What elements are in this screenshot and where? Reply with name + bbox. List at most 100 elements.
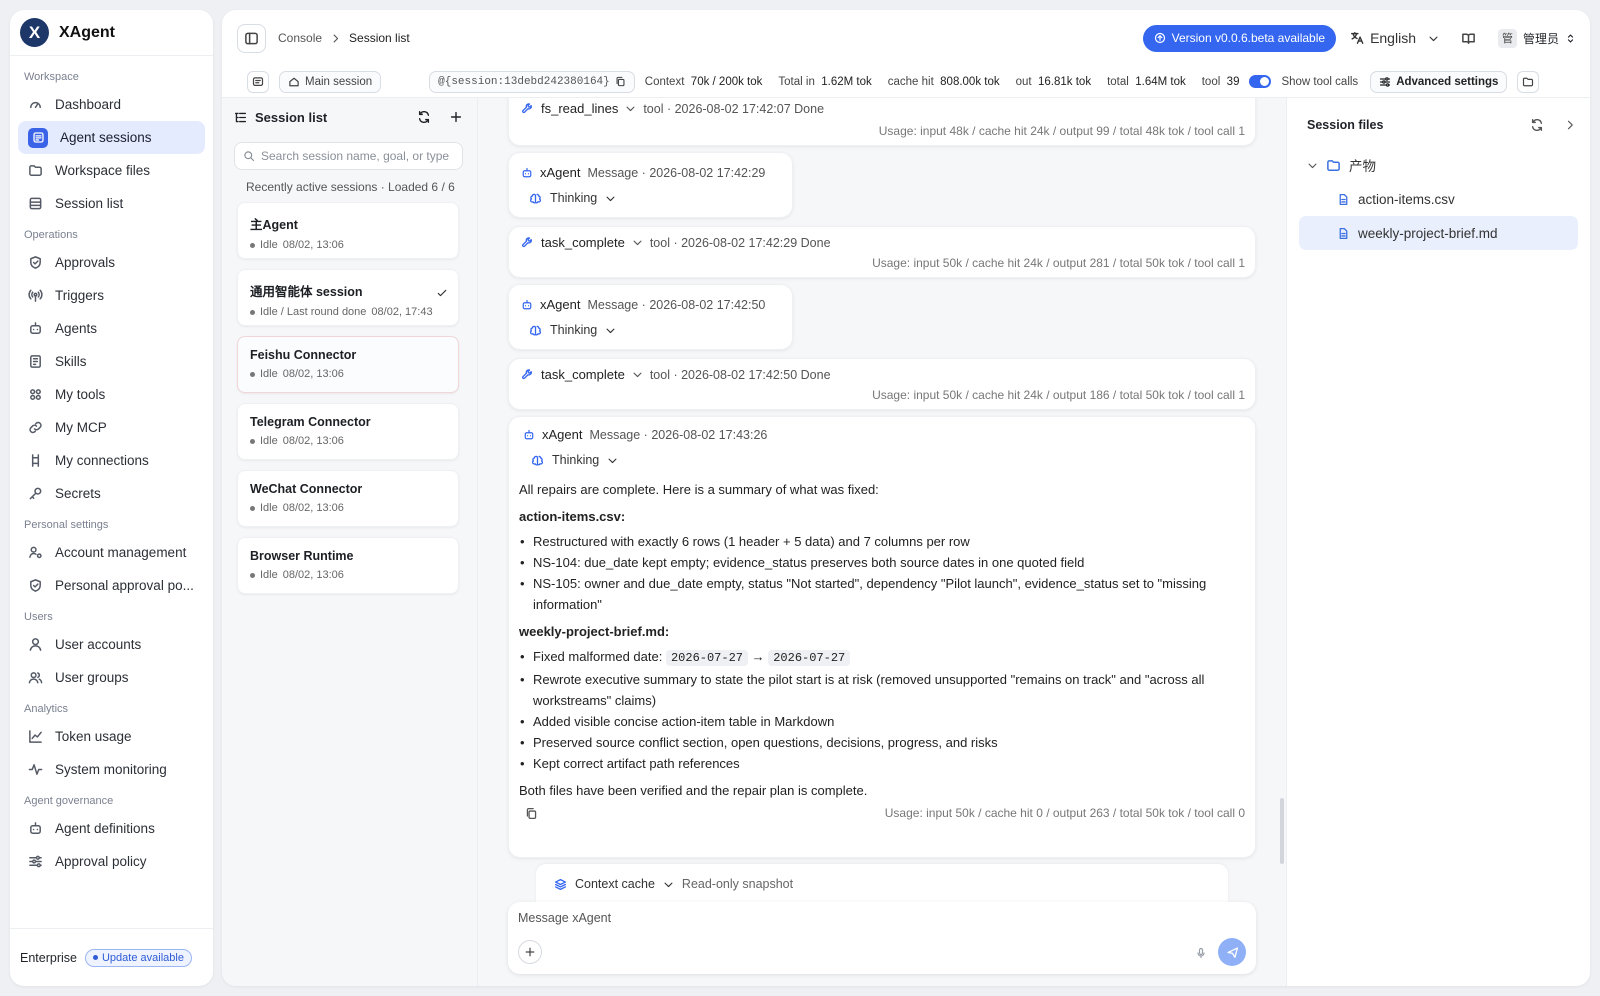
sidebar-section-title: Personal settings: [24, 519, 109, 531]
attach-button[interactable]: [518, 940, 542, 964]
file-name: action-items.csv: [1358, 191, 1455, 207]
user-name: 管理员: [1522, 31, 1559, 46]
sidebar-item-my-tools[interactable]: My tools: [18, 378, 205, 411]
language-select[interactable]: English: [1350, 30, 1439, 46]
breadcrumb-console[interactable]: Console: [278, 31, 322, 45]
sidebar-item-workspace-files[interactable]: Workspace files: [18, 154, 205, 187]
list-tree-icon: [234, 112, 247, 122]
tool-usage: Usage: input 50k / cache hit 24k / outpu…: [872, 256, 1245, 270]
brand[interactable]: X XAgent: [10, 10, 213, 56]
refresh-icon[interactable]: [417, 110, 431, 124]
total-stat: total 1.64M tok: [1107, 75, 1186, 88]
message-card-final: xAgent Message · 2026-08-02 17:43:26 Thi…: [508, 416, 1256, 858]
update-label: Update available: [101, 951, 184, 964]
sidebar-item-dashboard[interactable]: Dashboard: [18, 88, 205, 121]
sidebar-item-approval-policy[interactable]: Approval policy: [18, 845, 205, 878]
tool-name: task_complete: [541, 367, 625, 382]
version-badge[interactable]: Version v0.0.6.beta available: [1142, 24, 1337, 52]
message-author: xAgent: [542, 427, 583, 442]
sidebar-item-label: My tools: [55, 387, 106, 402]
chevron-updown-icon: [1567, 34, 1574, 42]
folder-node[interactable]: 产物: [1299, 148, 1578, 182]
tool-call-header[interactable]: task_complete tool · 2026-08-02 17:42:50…: [521, 367, 1245, 382]
session-name: Telegram Connector: [250, 415, 371, 429]
file-node[interactable]: action-items.csv: [1299, 182, 1578, 216]
sidebar-item-label: System monitoring: [55, 762, 167, 777]
docs-button[interactable]: [1461, 31, 1476, 46]
activity-icon: [28, 764, 43, 775]
voice-button[interactable]: [1195, 947, 1207, 959]
sidebar-item-label: Agent definitions: [55, 821, 155, 836]
sidebar-item-agent-sessions[interactable]: Agent sessions: [18, 121, 205, 154]
session-card[interactable]: Feishu Connector Idle 08/02, 13:06: [237, 336, 459, 393]
sidebar-item-token-usage[interactable]: Token usage: [18, 720, 205, 753]
sidebar-item-agents[interactable]: Agents: [18, 312, 205, 345]
file-node-selected[interactable]: weekly-project-brief.md: [1299, 216, 1578, 250]
active-icon-box: [28, 127, 48, 148]
sidebar-item-user-accounts[interactable]: User accounts: [18, 628, 205, 661]
sidebar-item-account-management[interactable]: Account management: [18, 536, 205, 569]
session-name: WeChat Connector: [250, 482, 363, 496]
session-card[interactable]: 主Agent Idle 08/02, 13:06: [237, 202, 459, 259]
refresh-icon[interactable]: [1530, 118, 1544, 132]
chat-scrollbar[interactable]: [1280, 798, 1284, 864]
sidebar-item-system-monitoring[interactable]: System monitoring: [18, 753, 205, 786]
advanced-settings-button[interactable]: Advanced settings: [1370, 70, 1508, 93]
send-button[interactable]: [1218, 938, 1246, 966]
session-card[interactable]: Browser Runtime Idle 08/02, 13:06: [237, 537, 459, 594]
message-meta: Message · 2026-08-02 17:42:29: [587, 165, 766, 180]
tool-call-header[interactable]: task_complete tool · 2026-08-02 17:42:29…: [521, 235, 1245, 250]
user-menu[interactable]: 管 管理员: [1497, 28, 1576, 48]
sidebar-item-personal-approval-po[interactable]: Personal approval po...: [18, 569, 205, 602]
sidebar-item-user-groups[interactable]: User groups: [18, 661, 205, 694]
sidebar-item-approvals[interactable]: Approvals: [18, 246, 205, 279]
update-badge[interactable]: Update available: [84, 948, 192, 967]
sidebar-item-my-mcp[interactable]: My MCP: [18, 411, 205, 444]
main-session-button[interactable]: Main session: [279, 70, 382, 93]
sidebar-item-skills[interactable]: Skills: [18, 345, 205, 378]
app-logo: X: [20, 18, 49, 47]
session-list-header: Session list: [222, 98, 477, 136]
sidebar-item-my-connections[interactable]: My connections: [18, 444, 205, 477]
thinking-toggle[interactable]: Thinking: [529, 191, 780, 205]
tool-call-header[interactable]: fs_read_lines tool · 2026-08-02 17:42:07…: [521, 101, 1245, 116]
session-card[interactable]: WeChat Connector Idle 08/02, 13:06: [237, 470, 459, 527]
session-ref[interactable]: @{session:13debd242380164}: [429, 70, 635, 93]
sidebar-item-secrets[interactable]: Secrets: [18, 477, 205, 510]
connections-icon: [31, 454, 40, 467]
chevron-right-icon[interactable]: [1564, 119, 1576, 131]
user-gear-icon: [29, 546, 42, 559]
sidebar-item-session-list[interactable]: Session list: [18, 187, 205, 220]
status-dot-icon: [250, 438, 255, 444]
update-dot-icon: [92, 955, 98, 960]
message-usage: Usage: input 50k / cache hit 0 / output …: [884, 806, 1245, 820]
thinking-label: Thinking: [552, 453, 600, 467]
thinking-toggle[interactable]: Thinking: [531, 453, 1245, 467]
toggle-files-button[interactable]: [1517, 70, 1540, 93]
message-composer[interactable]: Message xAgent: [508, 902, 1256, 974]
section-heading: action-items.csv:: [519, 509, 626, 524]
wrench-icon: [522, 369, 532, 380]
agent-icon: [522, 167, 532, 177]
copy-icon[interactable]: [525, 807, 538, 820]
sidebar-item-label: User groups: [55, 670, 129, 685]
breadcrumb: Console Session list: [278, 31, 410, 45]
folder-icon: [1523, 77, 1534, 86]
translate-icon: [1351, 32, 1364, 44]
context-cache-bar[interactable]: Context cache Read-only snapshot: [536, 864, 1228, 904]
session-card[interactable]: 通用智能体 session Idle / Last round done 08/0…: [237, 269, 459, 326]
chevron-down-icon: [626, 106, 635, 112]
session-search-input[interactable]: Search session name, goal, or type: [234, 142, 463, 170]
sidebar-item-triggers[interactable]: Triggers: [18, 279, 205, 312]
session-menu-button[interactable]: [247, 70, 269, 93]
sidebar-item-agent-definitions[interactable]: Agent definitions: [18, 812, 205, 845]
bot-icon: [30, 322, 41, 334]
add-session-icon[interactable]: [449, 110, 463, 124]
status-dot-icon: [250, 309, 255, 315]
session-card[interactable]: Telegram Connector Idle 08/02, 13:06: [237, 403, 459, 460]
session-ref-text: @{session:13debd242380164}: [438, 75, 610, 88]
show-tool-calls-toggle[interactable]: [1249, 75, 1272, 88]
thinking-toggle[interactable]: Thinking: [529, 323, 780, 337]
toggle-sidebar-button[interactable]: [237, 23, 266, 53]
session-cards: 主Agent Idle 08/02, 13:06 通用智能体 session Idl…: [222, 202, 477, 594]
